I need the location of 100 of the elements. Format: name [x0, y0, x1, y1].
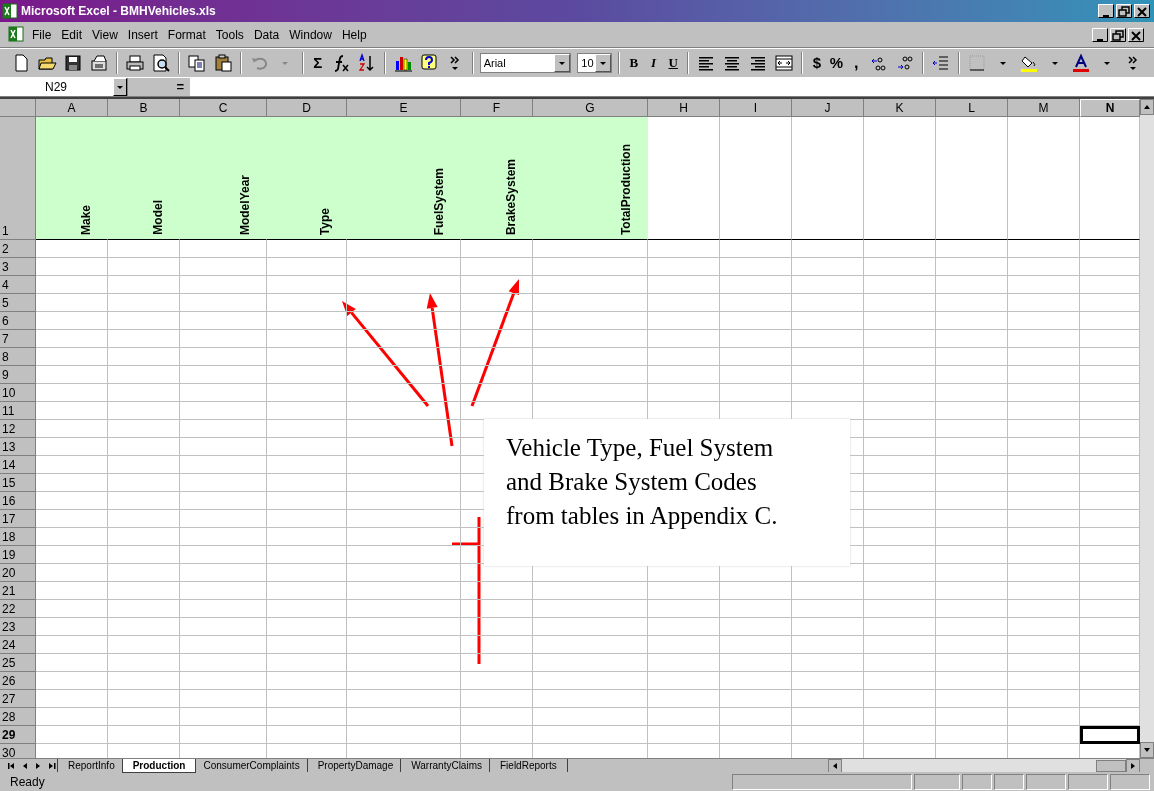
table-cell[interactable]	[1008, 690, 1080, 708]
table-cell[interactable]	[533, 276, 648, 294]
table-cell[interactable]	[108, 312, 180, 330]
table-cell[interactable]	[1008, 402, 1080, 420]
table-cell[interactable]	[936, 438, 1008, 456]
table-cell[interactable]	[1008, 438, 1080, 456]
column-header[interactable]: J	[792, 99, 864, 117]
table-cell[interactable]	[108, 438, 180, 456]
row-header[interactable]: 1	[0, 117, 36, 240]
table-cell[interactable]	[36, 402, 108, 420]
table-cell[interactable]	[720, 708, 792, 726]
table-cell[interactable]	[936, 546, 1008, 564]
table-cell[interactable]	[347, 240, 461, 258]
table-cell[interactable]	[864, 672, 936, 690]
menu-item[interactable]: Help	[337, 25, 371, 44]
table-cell[interactable]	[936, 258, 1008, 276]
table-cell[interactable]	[36, 312, 108, 330]
close-button[interactable]	[1134, 4, 1150, 18]
table-cell[interactable]	[864, 330, 936, 348]
table-cell[interactable]	[533, 726, 648, 744]
table-cell[interactable]	[936, 636, 1008, 654]
menu-item[interactable]: Format	[163, 25, 210, 44]
table-cell[interactable]	[648, 240, 720, 258]
row-header[interactable]: 21	[0, 582, 36, 600]
table-cell[interactable]	[720, 618, 792, 636]
table-cell[interactable]	[792, 366, 864, 384]
column-header[interactable]: K	[864, 99, 936, 117]
table-cell[interactable]	[180, 366, 267, 384]
table-cell[interactable]	[792, 726, 864, 744]
table-cell[interactable]	[347, 690, 461, 708]
table-cell[interactable]	[864, 294, 936, 312]
table-cell[interactable]	[864, 690, 936, 708]
table-cell[interactable]	[533, 330, 648, 348]
table-cell[interactable]	[461, 708, 533, 726]
table-cell[interactable]	[1008, 420, 1080, 438]
table-cell[interactable]	[347, 438, 461, 456]
table-cell[interactable]	[720, 600, 792, 618]
table-cell[interactable]	[36, 510, 108, 528]
table-cell[interactable]	[936, 240, 1008, 258]
table-cell[interactable]	[461, 258, 533, 276]
table-cell[interactable]	[792, 654, 864, 672]
table-cell[interactable]	[936, 330, 1008, 348]
scroll-down-button[interactable]	[1140, 742, 1154, 758]
vertical-scrollbar[interactable]	[1140, 99, 1154, 758]
table-cell[interactable]	[792, 294, 864, 312]
table-cell[interactable]	[533, 582, 648, 600]
row-header[interactable]: 9	[0, 366, 36, 384]
table-cell[interactable]	[864, 258, 936, 276]
table-cell[interactable]	[36, 528, 108, 546]
table-cell[interactable]	[461, 690, 533, 708]
table-cell[interactable]	[792, 240, 864, 258]
table-cell[interactable]	[864, 456, 936, 474]
print-preview-icon[interactable]	[150, 52, 172, 74]
table-cell[interactable]	[108, 636, 180, 654]
table-cell[interactable]	[180, 672, 267, 690]
table-cell[interactable]	[267, 240, 347, 258]
table-cell[interactable]	[180, 510, 267, 528]
table-cell[interactable]	[108, 600, 180, 618]
table-cell[interactable]	[347, 402, 461, 420]
table-cell[interactable]	[461, 600, 533, 618]
table-cell[interactable]	[180, 420, 267, 438]
percent-button[interactable]: %	[828, 52, 845, 74]
column-header[interactable]: B	[108, 99, 180, 117]
table-cell[interactable]	[864, 600, 936, 618]
table-cell[interactable]	[36, 276, 108, 294]
restore-button[interactable]	[1110, 27, 1126, 42]
table-cell[interactable]	[792, 636, 864, 654]
table-cell[interactable]	[533, 258, 648, 276]
table-cell[interactable]	[36, 582, 108, 600]
table-cell[interactable]	[180, 384, 267, 402]
table-cell[interactable]	[36, 438, 108, 456]
table-cell[interactable]	[533, 672, 648, 690]
table-cell[interactable]	[792, 258, 864, 276]
scroll-left-button[interactable]	[828, 758, 842, 773]
table-cell[interactable]	[180, 492, 267, 510]
table-cell[interactable]	[648, 582, 720, 600]
table-cell[interactable]	[1008, 654, 1080, 672]
table-cell[interactable]	[461, 348, 533, 366]
mail-icon[interactable]	[88, 52, 110, 74]
table-cell[interactable]	[792, 348, 864, 366]
table-cell[interactable]	[36, 348, 108, 366]
table-cell[interactable]	[792, 672, 864, 690]
table-cell[interactable]	[347, 474, 461, 492]
column-header[interactable]: F	[461, 99, 533, 117]
table-cell[interactable]	[108, 546, 180, 564]
table-cell[interactable]	[108, 690, 180, 708]
table-cell[interactable]	[864, 402, 936, 420]
row-header[interactable]: 30	[0, 744, 36, 758]
table-cell[interactable]	[180, 636, 267, 654]
table-cell[interactable]	[720, 672, 792, 690]
table-cell[interactable]	[533, 600, 648, 618]
table-cell[interactable]	[267, 474, 347, 492]
table-cell[interactable]	[1008, 366, 1080, 384]
table-cell[interactable]	[461, 582, 533, 600]
table-cell[interactable]	[180, 546, 267, 564]
table-cell[interactable]	[936, 690, 1008, 708]
table-cell[interactable]	[267, 528, 347, 546]
table-cell[interactable]	[792, 708, 864, 726]
table-cell[interactable]	[180, 654, 267, 672]
table-cell[interactable]	[347, 276, 461, 294]
